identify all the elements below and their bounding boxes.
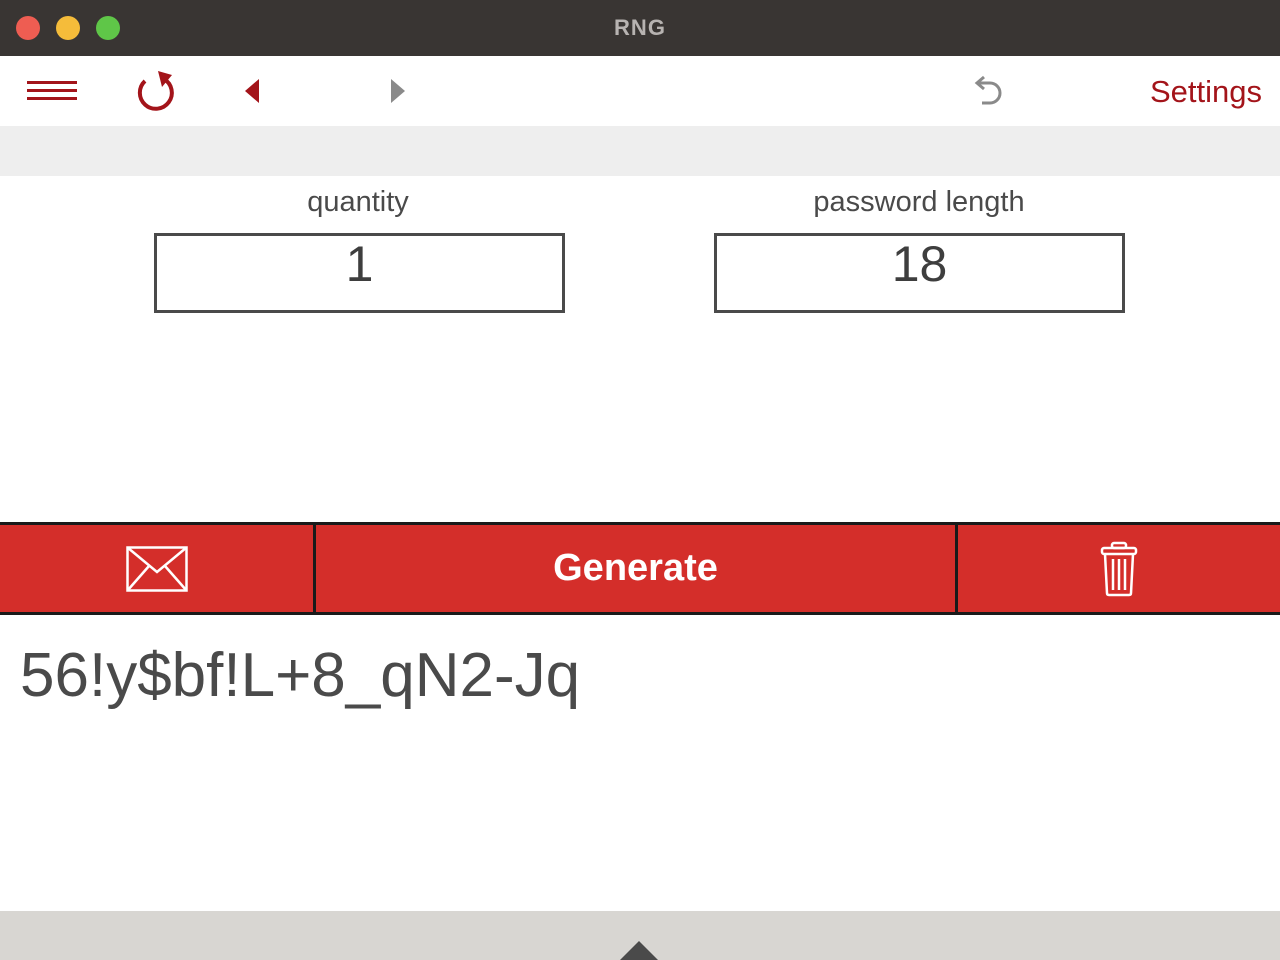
quantity-input[interactable] — [157, 236, 562, 310]
undo-arrow-icon — [974, 75, 1002, 105]
triangle-left-icon — [245, 79, 259, 103]
bottom-bar — [0, 911, 1280, 960]
password-length-input[interactable] — [717, 236, 1122, 310]
triangle-right-icon — [391, 79, 405, 103]
hamburger-menu-icon — [27, 81, 77, 100]
undo-button[interactable] — [962, 56, 1012, 126]
menu-button[interactable] — [20, 56, 84, 126]
title-bar: RNG — [0, 0, 1280, 56]
refresh-icon — [137, 71, 174, 111]
trash-icon — [1100, 541, 1138, 596]
action-bar: Generate — [0, 522, 1280, 615]
toolbar: Settings — [0, 56, 1280, 126]
forward-button[interactable] — [374, 56, 420, 126]
expand-up-icon[interactable] — [620, 941, 658, 960]
refresh-button[interactable] — [128, 56, 184, 126]
clear-button[interactable] — [958, 525, 1280, 612]
toolbar-separator-band — [0, 126, 1280, 176]
email-button[interactable] — [0, 525, 316, 612]
generate-label: Generate — [553, 547, 718, 589]
password-length-field[interactable] — [714, 233, 1125, 313]
generate-button[interactable]: Generate — [316, 525, 958, 612]
quantity-field[interactable] — [154, 233, 565, 313]
envelope-icon — [125, 545, 188, 592]
back-button[interactable] — [230, 56, 276, 126]
generated-password-text[interactable]: 56!y$bf!L+8_qN2-Jq — [20, 640, 580, 711]
password-length-label: password length — [813, 186, 1025, 218]
settings-button[interactable]: Settings — [1150, 56, 1262, 126]
app-window: RNG Settings quantity 1 password length … — [0, 0, 1280, 960]
window-title: RNG — [614, 15, 666, 40]
quantity-label: quantity — [307, 186, 409, 218]
